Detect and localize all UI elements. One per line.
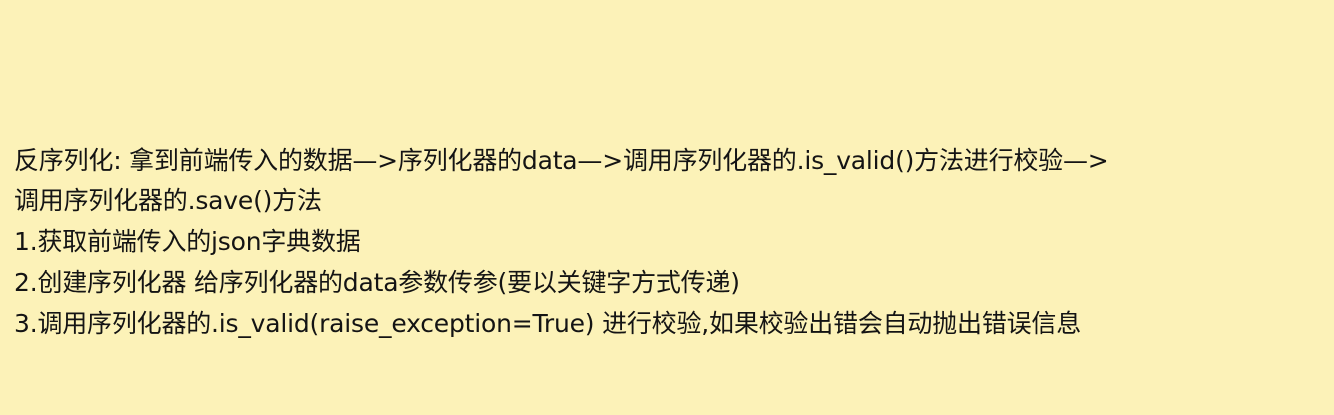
note-line-deserialization: 反序列化: 拿到前端传入的数据—>序列化器的data—>调用序列化器的.is_v… bbox=[14, 146, 1109, 175]
note-line-step-3: 3.调用序列化器的.is_valid(raise_exception=True)… bbox=[14, 309, 1082, 338]
note-line-step-2: 2.创建序列化器 给序列化器的data参数传参(要以关键字方式传递) bbox=[14, 268, 740, 297]
note-line-step-1: 1.获取前端传入的json字典数据 bbox=[14, 227, 361, 256]
note-line-save: 调用序列化器的.save()方法 bbox=[14, 186, 322, 215]
note-text-block: 反序列化: 拿到前端传入的数据—>序列化器的data—>调用序列化器的.is_v… bbox=[14, 140, 1324, 344]
